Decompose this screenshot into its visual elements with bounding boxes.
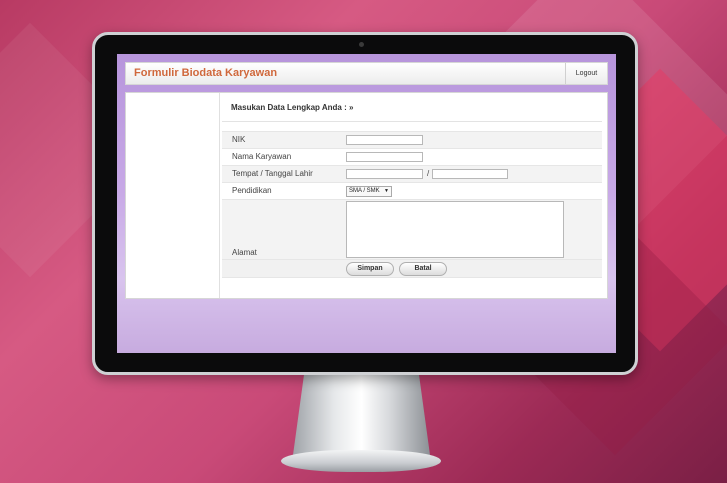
form-row-alamat: Alamat (222, 199, 602, 259)
alamat-label: Alamat (232, 248, 257, 257)
tempat-lahir-input[interactable] (346, 169, 423, 179)
chevron-down-icon: ▼ (384, 188, 389, 194)
pendidikan-label: Pendidikan (232, 186, 272, 195)
form-row-pendidikan: Pendidikan SMA / SMK ▼ (222, 182, 602, 199)
content-panel: Masukan Data Lengkap Anda : » NIK Nama K… (125, 92, 608, 299)
form-heading: Masukan Data Lengkap Anda : » (222, 93, 602, 122)
form-row-ttl: Tempat / Tanggal Lahir / (222, 165, 602, 182)
nik-label: NIK (232, 135, 246, 144)
nama-input[interactable] (346, 152, 423, 162)
ttl-label: Tempat / Tanggal Lahir (232, 169, 313, 178)
form-row-nama: Nama Karyawan (222, 148, 602, 165)
tanggal-lahir-input[interactable] (432, 169, 508, 179)
form-spacer (222, 122, 602, 131)
pendidikan-selected: SMA / SMK (349, 188, 380, 194)
monitor-screen: Formulir Biodata Karyawan Logout Masukan… (117, 54, 616, 353)
alamat-textarea[interactable] (346, 201, 564, 258)
monitor-stand-neck (293, 375, 430, 455)
logout-button[interactable]: Logout (565, 63, 607, 84)
biodata-form: Masukan Data Lengkap Anda : » NIK Nama K… (222, 93, 602, 291)
nik-input[interactable] (346, 135, 423, 145)
cancel-button[interactable]: Batal (399, 262, 447, 276)
nama-label: Nama Karyawan (232, 152, 292, 161)
ttl-separator: / (427, 169, 430, 178)
camera-icon (359, 42, 364, 47)
monitor-frame: Formulir Biodata Karyawan Logout Masukan… (92, 32, 638, 375)
form-buttons-row: Simpan Batal (222, 259, 602, 277)
form-footer-row (222, 277, 602, 291)
app-title: Formulir Biodata Karyawan (134, 67, 278, 79)
save-button[interactable]: Simpan (346, 262, 394, 276)
app-header: Formulir Biodata Karyawan Logout (125, 62, 608, 85)
pendidikan-select[interactable]: SMA / SMK ▼ (346, 186, 392, 197)
form-row-nik: NIK (222, 131, 602, 148)
left-sidebar (126, 93, 220, 298)
monitor-stand-base (281, 450, 441, 472)
